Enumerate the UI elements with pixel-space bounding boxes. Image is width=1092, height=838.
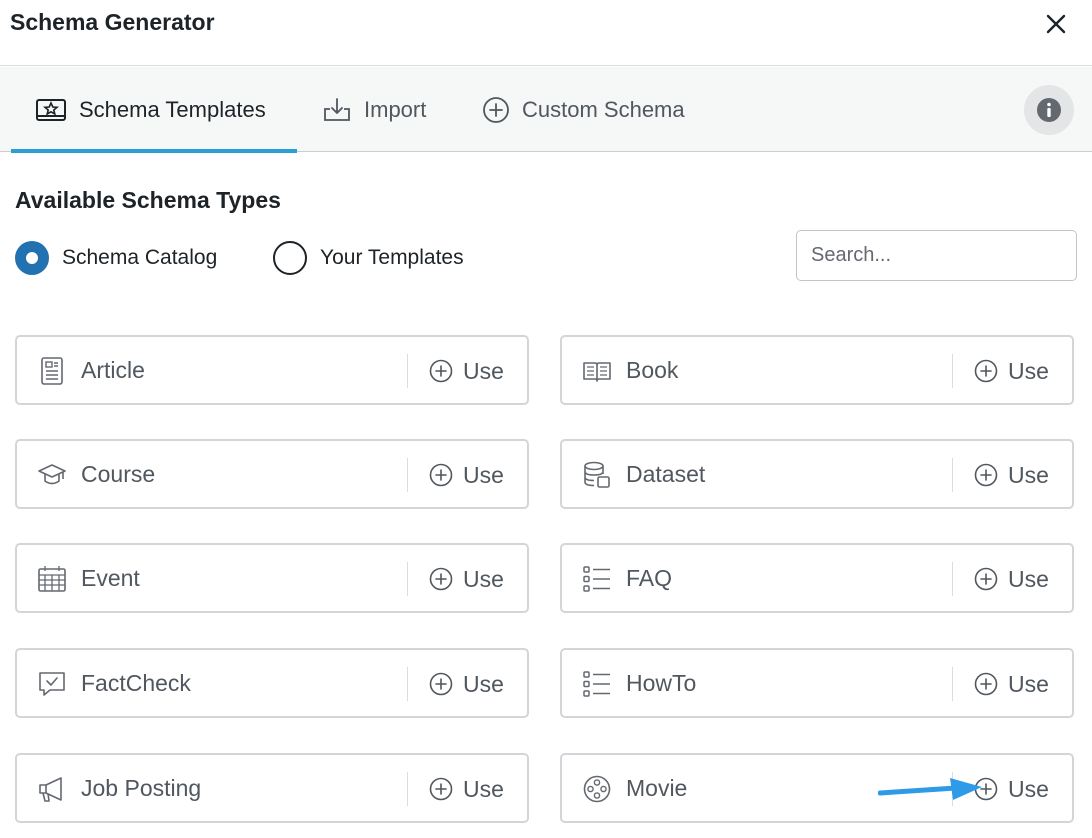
schema-card-article: Article Use xyxy=(15,335,529,405)
use-label: Use xyxy=(1008,357,1049,384)
schema-name: Article xyxy=(81,357,145,383)
schema-name: Dataset xyxy=(626,461,706,487)
plus-circle-icon xyxy=(429,672,453,696)
plus-circle-icon xyxy=(429,359,453,383)
schema-card-event: Event Use xyxy=(15,543,529,613)
use-button[interactable]: Use xyxy=(429,666,521,702)
section-title: Available Schema Types xyxy=(15,187,281,213)
plus-circle-icon xyxy=(429,463,453,487)
divider xyxy=(952,354,953,388)
use-button[interactable]: Use xyxy=(974,457,1066,493)
radio-button[interactable] xyxy=(273,241,307,275)
divider xyxy=(407,667,408,701)
search-input[interactable] xyxy=(796,230,1077,281)
schema-name: FactCheck xyxy=(81,670,191,696)
tab-custom-schema[interactable]: Custom Schema xyxy=(482,67,685,152)
schema-card-job-posting: Job Posting Use xyxy=(15,753,529,823)
use-button[interactable]: Use xyxy=(429,457,521,493)
divider xyxy=(407,772,408,806)
use-button[interactable]: Use xyxy=(429,353,521,389)
schema-name: Book xyxy=(626,357,679,383)
divider xyxy=(407,458,408,492)
plus-circle-icon xyxy=(483,96,509,123)
database-icon xyxy=(584,461,610,488)
use-label: Use xyxy=(1008,565,1049,592)
schema-card-faq: FAQ Use xyxy=(560,543,1074,613)
schema-name: Job Posting xyxy=(81,775,202,801)
chat-check-icon xyxy=(39,672,65,696)
list-icon xyxy=(583,566,610,592)
close-button[interactable] xyxy=(1040,8,1072,40)
use-label: Use xyxy=(463,461,504,488)
use-label: Use xyxy=(463,565,504,592)
use-button[interactable]: Use xyxy=(974,666,1066,702)
plus-circle-icon xyxy=(974,567,998,591)
divider xyxy=(952,458,953,492)
schema-name: FAQ xyxy=(626,565,673,591)
plus-circle-icon xyxy=(429,777,453,801)
schema-generator-modal: Schema Generator Schema Templates Import xyxy=(0,0,1092,838)
use-label: Use xyxy=(1008,461,1049,488)
schema-card-howto: HowTo Use xyxy=(560,648,1074,718)
article-icon xyxy=(41,357,63,385)
modal-title: Schema Generator xyxy=(10,9,215,35)
close-icon xyxy=(1046,14,1066,34)
radio-label: Your Templates xyxy=(320,246,464,269)
schema-name: Course xyxy=(81,461,156,487)
divider xyxy=(952,667,953,701)
radio-your-templates[interactable]: Your Templates xyxy=(273,240,464,276)
info-button[interactable] xyxy=(1024,85,1074,135)
list-icon xyxy=(583,671,610,697)
schema-name: Movie xyxy=(626,775,688,801)
divider xyxy=(407,354,408,388)
schema-name: HowTo xyxy=(626,670,697,696)
divider xyxy=(407,562,408,596)
schema-card-movie: Movie Use xyxy=(560,753,1074,823)
schema-card-course: Course Use xyxy=(15,439,529,509)
import-icon xyxy=(324,97,350,121)
megaphone-icon xyxy=(39,777,62,802)
divider xyxy=(952,562,953,596)
schema-card-factcheck: FactCheck Use xyxy=(15,648,529,718)
book-icon xyxy=(583,362,611,382)
radio-label: Schema Catalog xyxy=(62,246,218,269)
arrow-right-icon xyxy=(878,778,982,800)
use-label: Use xyxy=(1008,670,1049,697)
schema-card-dataset: Dataset Use xyxy=(560,439,1074,509)
use-button[interactable]: Use xyxy=(974,353,1066,389)
template-icon xyxy=(36,98,66,121)
plus-circle-icon xyxy=(974,359,998,383)
plus-circle-icon xyxy=(429,567,453,591)
film-reel-icon xyxy=(583,775,611,803)
schema-card-book: Book Use xyxy=(560,335,1074,405)
tab-bar: Schema Templates Import Custom Schema xyxy=(0,67,1092,153)
tab-import[interactable]: Import xyxy=(322,67,426,152)
radio-schema-catalog[interactable]: Schema Catalog xyxy=(15,240,217,276)
graduation-cap-icon xyxy=(38,464,66,485)
use-label: Use xyxy=(463,670,504,697)
use-label: Use xyxy=(463,357,504,384)
info-icon xyxy=(1037,98,1061,122)
tab-label: Import xyxy=(364,96,427,122)
tab-label: Schema Templates xyxy=(79,96,266,122)
use-label: Use xyxy=(1008,775,1049,802)
use-label: Use xyxy=(463,775,504,802)
plus-circle-icon xyxy=(974,463,998,487)
modal-header: Schema Generator xyxy=(0,0,1092,66)
schema-name: Event xyxy=(81,565,140,591)
use-button[interactable]: Use xyxy=(429,771,521,807)
tab-label: Custom Schema xyxy=(522,96,685,122)
tab-schema-templates[interactable]: Schema Templates xyxy=(11,67,297,153)
calendar-icon xyxy=(38,566,66,592)
radio-button-checked[interactable] xyxy=(15,241,49,275)
use-button[interactable]: Use xyxy=(429,561,521,597)
use-button[interactable]: Use xyxy=(974,561,1066,597)
plus-circle-icon xyxy=(974,672,998,696)
